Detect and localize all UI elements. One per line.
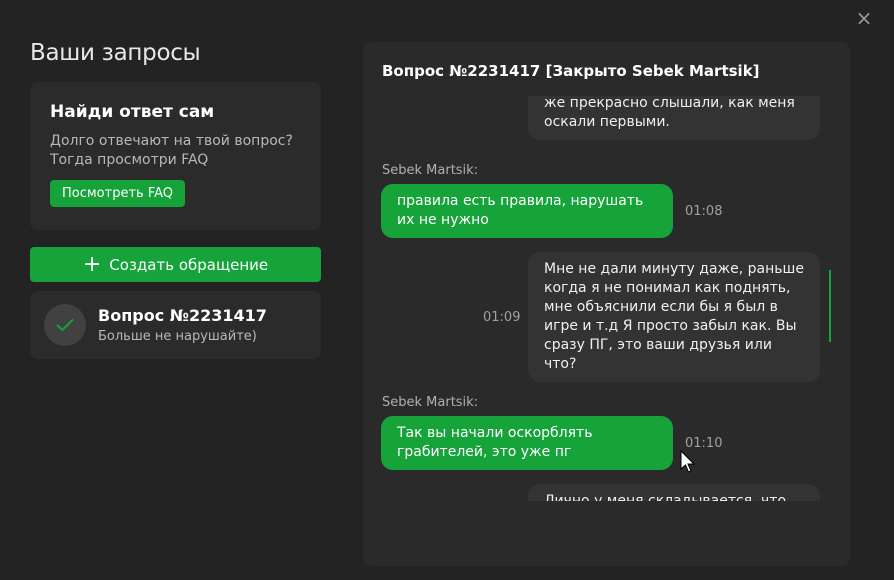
message-bubble: же прекрасно слышали, как меня оскали пе… (528, 96, 820, 140)
chat-scrollbar[interactable] (829, 270, 831, 342)
create-request-button[interactable]: + Создать обращение (30, 247, 321, 282)
ticket-title: Вопрос №2231417 (98, 306, 267, 325)
view-faq-button[interactable]: Посмотреть FAQ (50, 180, 186, 207)
message-bubble: Так вы начали оскорблять грабителей, это… (381, 416, 673, 470)
check-icon (44, 304, 86, 346)
chat-messages[interactable]: же прекрасно слышали, как меня оскали пе… (363, 96, 850, 501)
message-time: 01:08 (685, 204, 723, 219)
plus-icon: + (82, 251, 102, 277)
message-author: Sebek Martsik: (382, 395, 479, 410)
faq-card: Найди ответ сам Долго отвечают на твой в… (30, 82, 321, 230)
message-time: 01:10 (685, 436, 723, 451)
message-bubble: Лично у меня складывается, что (528, 484, 820, 501)
ticket-list-item[interactable]: Вопрос №2231417 Больше не нарушайте) (30, 291, 321, 359)
mouse-cursor-icon (680, 450, 696, 473)
chat-panel: Вопрос №2231417 [Закрыто Sebek Martsik] … (363, 42, 850, 566)
faq-text: Долго отвечают на твой вопрос? Тогда про… (50, 133, 293, 168)
close-button[interactable]: × (852, 6, 876, 30)
chat-header: Вопрос №2231417 [Закрыто Sebek Martsik] (382, 62, 760, 80)
create-request-label: Создать обращение (109, 255, 269, 274)
message-time: 01:09 (483, 310, 521, 325)
ticket-subtitle: Больше не нарушайте) (98, 329, 257, 344)
message-bubble: правила есть правила, нарушать их не нуж… (381, 184, 673, 238)
message-bubble: Мне не дали минуту даже, раньше когда я … (528, 252, 820, 382)
page-title: Ваши запросы (30, 40, 201, 66)
faq-title: Найди ответ сам (50, 102, 215, 122)
message-author: Sebek Martsik: (382, 163, 479, 178)
